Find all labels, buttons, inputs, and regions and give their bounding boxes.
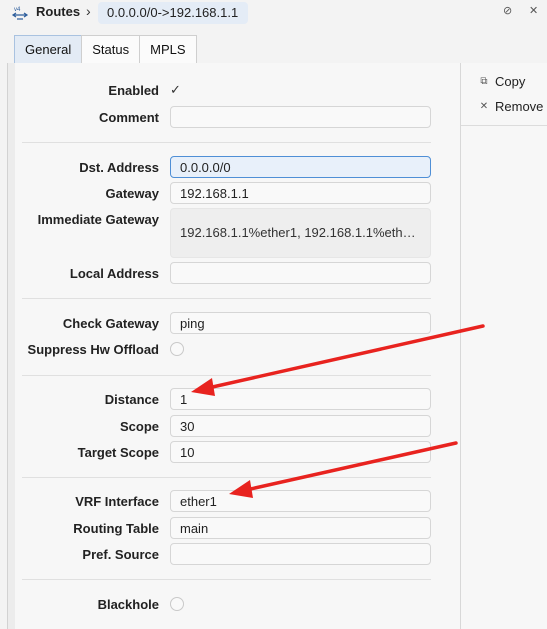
scope-field[interactable]: 30 — [170, 415, 431, 437]
scope-label: Scope — [119, 419, 159, 434]
dst-address-field[interactable]: 0.0.0.0/0 — [170, 156, 431, 178]
pref-source-label: Pref. Source — [82, 547, 159, 562]
remove-button[interactable]: ✕ Remove — [478, 99, 544, 114]
enabled-label: Enabled — [108, 83, 159, 98]
target-scope-label: Target Scope — [77, 445, 159, 460]
section-divider — [22, 477, 431, 478]
dst-address-label: Dst. Address — [79, 160, 159, 175]
distance-label: Distance — [104, 392, 159, 407]
routing-table-label: Routing Table — [73, 521, 159, 536]
section-divider — [22, 298, 431, 299]
immediate-gateway-field: 192.168.1.1%ether1, 192.168.1.1%ether1 — [170, 208, 431, 258]
restore-icon[interactable]: ⊘ — [503, 4, 512, 17]
scrollbar[interactable] — [8, 63, 15, 629]
route-breadcrumb[interactable]: 0.0.0.0/0->192.168.1.1 — [98, 2, 248, 24]
tab-general[interactable]: General — [14, 35, 83, 64]
copy-button[interactable]: ⧉ Copy — [478, 74, 525, 89]
vrf-interface-field[interactable]: ether1 — [170, 490, 431, 512]
local-address-label: Local Address — [69, 266, 159, 281]
close-icon[interactable]: ✕ — [529, 4, 538, 17]
svg-text:v4: v4 — [14, 7, 21, 13]
check-gateway-field[interactable]: ping — [170, 312, 431, 334]
copy-icon: ⧉ — [480, 76, 488, 87]
actions-panel — [461, 63, 547, 629]
suppress-hw-offload-label: Suppress Hw Offload — [27, 342, 159, 357]
vrf-interface-label: VRF Interface — [75, 494, 159, 509]
routes-icon: v4 — [11, 7, 29, 20]
gateway-label: Gateway — [105, 186, 159, 201]
blackhole-label: Blackhole — [97, 597, 159, 612]
enabled-checkbox[interactable]: ✓ — [170, 82, 181, 98]
routing-table-field[interactable]: main — [170, 517, 431, 539]
local-address-field[interactable] — [170, 262, 431, 284]
tab-status[interactable]: Status — [81, 35, 141, 64]
breadcrumb-separator: › — [86, 3, 91, 19]
copy-label: Copy — [495, 74, 526, 89]
check-gateway-label: Check Gateway — [62, 316, 159, 331]
remove-label: Remove — [495, 99, 544, 114]
actions-divider — [461, 125, 547, 126]
remove-icon: ✕ — [479, 101, 489, 112]
section-divider — [22, 142, 431, 143]
distance-field[interactable]: 1 — [170, 388, 431, 410]
tab-mpls[interactable]: MPLS — [139, 35, 197, 64]
blackhole-checkbox[interactable] — [170, 597, 184, 611]
comment-field[interactable] — [170, 106, 431, 128]
immediate-gateway-label: Immediate Gateway — [37, 212, 159, 227]
section-divider — [22, 375, 431, 376]
gateway-field[interactable]: 192.168.1.1 — [170, 182, 431, 204]
pref-source-field[interactable] — [170, 543, 431, 565]
window-title: Routes — [36, 4, 81, 19]
target-scope-field[interactable]: 10 — [170, 441, 431, 463]
comment-label: Comment — [99, 110, 159, 125]
tab-bar: General Status MPLS — [14, 35, 197, 64]
title-bar: v4 Routes › 0.0.0.0/0->192.168.1.1 ⊘ ✕ — [0, 0, 547, 26]
suppress-hw-offload-checkbox[interactable] — [170, 342, 184, 356]
section-divider — [22, 579, 431, 580]
